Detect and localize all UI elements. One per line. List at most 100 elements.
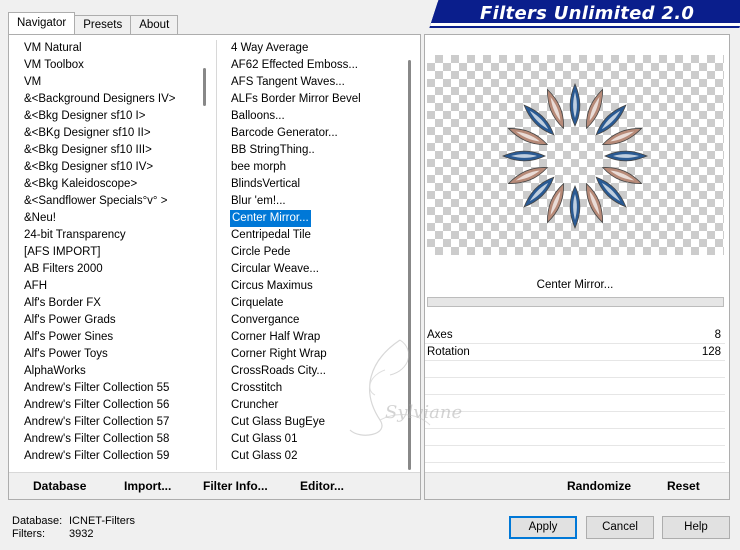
preview-petal [604,150,649,162]
param-empty-row [425,378,725,395]
tab-navigator[interactable]: Navigator [8,12,76,34]
category-item[interactable]: &<Bkg Kaleidoscope> [23,176,203,193]
filters-count-label: Filters: [12,528,45,540]
filter-item[interactable]: 4 Way Average [230,40,410,57]
filters-count-value: 3932 [69,528,94,540]
category-item[interactable]: Alf's Power Toys [23,346,203,363]
cancel-button[interactable]: Cancel [586,516,654,539]
navigator-button-bar: Database Import... Filter Info... Editor… [9,472,420,499]
category-item[interactable]: Alf's Power Grads [23,312,203,329]
filter-item[interactable]: bee morph [230,159,410,176]
category-item[interactable]: Andrew's Filter Collection 58 [23,431,203,448]
category-scroll-thumb[interactable] [203,68,206,106]
param-empty-row [425,429,725,446]
reset-button[interactable]: Reset [667,479,700,493]
filter-item[interactable]: AFS Tangent Waves... [230,74,410,91]
list-divider [216,40,217,470]
param-axes-value: 8 [714,329,721,341]
filter-item[interactable]: Corner Right Wrap [230,346,410,363]
tab-bar: Navigator Presets About [8,12,179,34]
tab-presets[interactable]: Presets [74,15,132,34]
filter-info-button[interactable]: Filter Info... [203,479,268,493]
help-button[interactable]: Help [662,516,730,539]
param-rotation-label: Rotation [427,346,470,358]
filter-item[interactable]: Cruncher [230,397,410,414]
filter-item[interactable]: Barcode Generator... [230,125,410,142]
category-list[interactable]: VM Natural VM Toolbox VM &<Background Desig… [23,40,203,470]
category-item[interactable]: VM [23,74,203,91]
category-item[interactable]: Andrew's Filter Collection 57 [23,414,203,431]
category-item[interactable]: AlphaWorks [23,363,203,380]
category-item[interactable]: AFH [23,278,203,295]
param-axes[interactable]: Axes 8 [425,327,725,344]
filter-item[interactable]: Balloons... [230,108,410,125]
filter-item[interactable]: AF62 Effected Emboss... [230,57,410,74]
preview-image [427,55,724,255]
filter-item[interactable]: Circular Weave... [230,261,410,278]
apply-button[interactable]: Apply [509,516,577,539]
category-item[interactable]: &<Bkg Designer sf10 IV> [23,159,203,176]
database-label: Database: [12,515,63,527]
preview-petal [501,150,546,162]
param-rotation-value: 128 [701,346,721,358]
status-area: Database: ICNET-Filters Filters: 3932 [12,515,135,541]
category-item[interactable]: Andrew's Filter Collection 55 [23,380,203,397]
category-item[interactable]: &<Sandflower Specials°v° > [23,193,203,210]
filter-item[interactable]: Center Mirror... [230,210,311,227]
import-button[interactable]: Import... [124,479,171,493]
database-button[interactable]: Database [33,479,86,493]
filter-item[interactable]: Circle Pede [230,244,410,261]
preview-button-bar: Randomize Reset [425,472,729,499]
filter-item[interactable]: Cut Glass BugEye [230,414,410,431]
randomize-button[interactable]: Randomize [567,479,631,493]
param-rotation[interactable]: Rotation 128 [425,344,725,361]
param-axes-label: Axes [427,329,453,341]
filter-item[interactable]: BB StringThing.. [230,142,410,159]
category-item[interactable]: Alf's Power Sines [23,329,203,346]
filter-item[interactable]: Corner Half Wrap [230,329,410,346]
database-value: ICNET-Filters [69,515,135,527]
category-item[interactable]: [AFS IMPORT] [23,244,203,261]
filter-item[interactable]: CrossRoads City... [230,363,410,380]
category-item[interactable]: &<Background Designers IV> [23,91,203,108]
filter-item[interactable]: BlindsVertical [230,176,410,193]
param-empty-row [425,361,725,378]
category-item[interactable]: Alf's Border FX [23,295,203,312]
app-title: Filters Unlimited 2.0 [480,3,695,24]
preview-petal [569,82,581,127]
param-empty-row [425,395,725,412]
filter-item[interactable]: Convergance [230,312,410,329]
current-filter-name: Center Mirror... [536,279,614,291]
category-item[interactable]: &Neu! [23,210,203,227]
preview-panel: Center Mirror... Axes 8 Rotation 128 Ran… [424,34,730,500]
filter-item[interactable]: Crosstitch [230,380,410,397]
category-item[interactable]: Andrew's Filter Collection 59 [23,448,203,465]
category-item[interactable]: &<Bkg Designer sf10 III> [23,142,203,159]
tab-about[interactable]: About [130,15,179,34]
category-item[interactable]: Andrew's Filter Collection 56 [23,397,203,414]
filter-item[interactable]: Cut Glass 02 [230,448,410,465]
category-item[interactable]: VM Toolbox [23,57,203,74]
progress-bar [427,297,724,307]
navigator-panel: VM Natural VM Toolbox VM &<Background Desig… [8,34,421,500]
category-item[interactable]: AB Filters 2000 [23,261,203,278]
editor-button[interactable]: Editor... [300,479,344,493]
filter-scrollbar[interactable] [402,40,419,470]
preview-petal [569,185,581,230]
filter-list[interactable]: 4 Way Average AF62 Effected Emboss... AFS … [230,40,410,470]
filter-item[interactable]: Cirquelate [230,295,410,312]
filter-item[interactable]: Centripedal Tile [230,227,410,244]
param-empty-row [425,446,725,463]
category-item[interactable]: &<Bkg Designer sf10 I> [23,108,203,125]
filter-item[interactable]: ALFs Border Mirror Bevel [230,91,410,108]
filter-item[interactable]: Blur 'em!... [230,193,410,210]
category-item[interactable]: &<BKg Designer sf10 II> [23,125,203,142]
filter-item[interactable]: Cut Glass 01 [230,431,410,448]
category-scrollbar[interactable] [197,40,214,470]
kaleidoscope-preview [501,82,649,230]
category-item[interactable]: 24-bit Transparency [23,227,203,244]
filter-scroll-thumb[interactable] [408,60,411,470]
category-item[interactable]: VM Natural [23,40,203,57]
parameter-list: Axes 8 Rotation 128 [425,327,725,463]
filter-item[interactable]: Circus Maximus [230,278,410,295]
